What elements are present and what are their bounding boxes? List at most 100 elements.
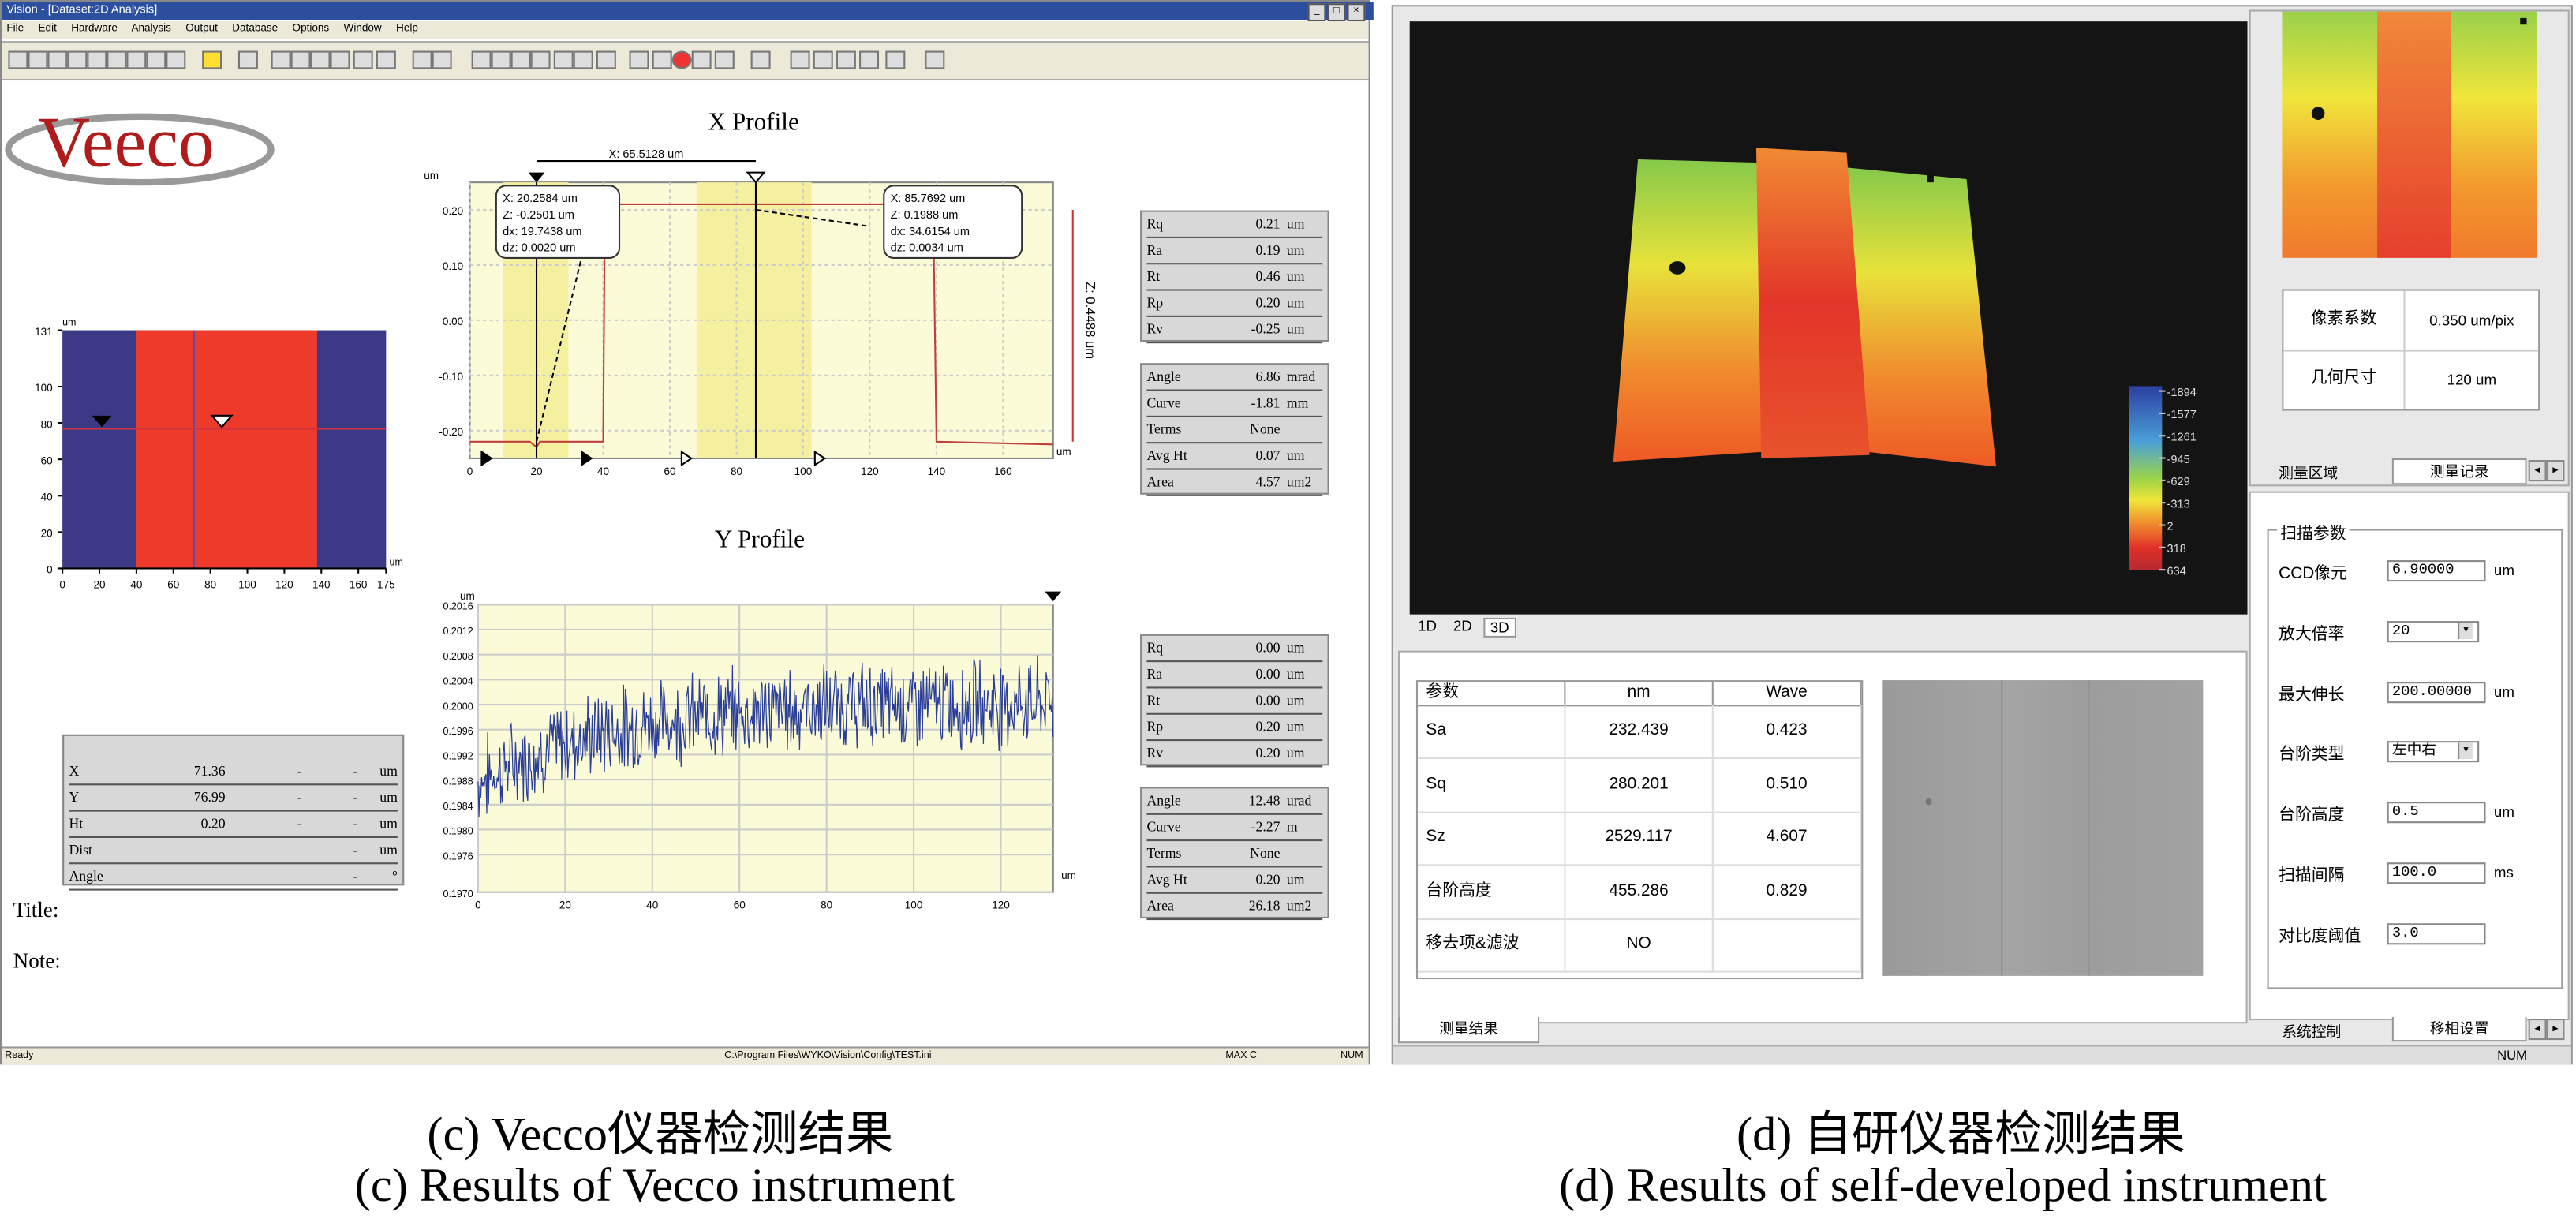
x-tick-label: 100 xyxy=(905,899,923,911)
toolbar-button-icon[interactable] xyxy=(750,50,771,69)
toolbar-button-icon[interactable] xyxy=(146,50,166,69)
menu-analysis[interactable]: Analysis xyxy=(131,23,170,35)
y-profile-marker[interactable] xyxy=(1045,591,1062,602)
menu-database[interactable]: Database xyxy=(232,23,278,35)
toolbar-button-icon[interactable] xyxy=(691,50,712,69)
toolbar-button-icon[interactable] xyxy=(47,50,68,69)
toolbar-button-icon[interactable] xyxy=(376,50,396,69)
toolbar-button-icon[interactable] xyxy=(629,50,649,69)
results-cell: 4.607 xyxy=(1714,811,1862,865)
toolbar-button-icon[interactable] xyxy=(237,50,258,69)
toolbar-button-icon[interactable] xyxy=(353,50,373,69)
minimize-button[interactable]: _ xyxy=(1307,3,1326,22)
toolbar-button-icon[interactable] xyxy=(530,50,551,69)
scan-param-input[interactable]: 3.0 xyxy=(2387,922,2486,944)
menu-file[interactable]: File xyxy=(6,23,24,35)
cursor-table-cell: Dist xyxy=(69,841,92,858)
cursor-table-row: Ht 0.20 - - um xyxy=(69,812,398,838)
toolbar-button-icon[interactable] xyxy=(310,50,331,69)
cursor-table-cell: - xyxy=(297,788,302,806)
menu-help[interactable]: Help xyxy=(396,23,418,35)
toolbar-button-icon[interactable] xyxy=(885,50,906,69)
cursor-table-cell: um xyxy=(379,762,398,780)
menu-output[interactable]: Output xyxy=(185,23,218,35)
stat-value: 0.20 xyxy=(1255,870,1281,888)
toolbar-button-icon[interactable] xyxy=(271,50,291,69)
cursor-marker-1[interactable] xyxy=(528,172,545,183)
toolbar-button-icon[interactable] xyxy=(491,50,511,69)
scan-param-input[interactable]: 200.00000 xyxy=(2387,681,2486,703)
menu-hardware[interactable]: Hardware xyxy=(71,23,118,35)
toolbar-button-icon[interactable] xyxy=(813,50,833,69)
toolbar-button-icon[interactable] xyxy=(510,50,531,69)
x-tick-label: 160 xyxy=(994,466,1012,477)
cursor-marker-2[interactable] xyxy=(746,171,766,184)
scan-param-input[interactable]: 6.90000 xyxy=(2387,560,2486,582)
scan-param-input[interactable]: 0.5 xyxy=(2387,802,2486,824)
top-panel-tabs: 测量区域 测量记录 ◂ ▸ xyxy=(2249,458,2567,485)
toolbar-button-icon[interactable] xyxy=(596,50,616,69)
toolbar-button-icon[interactable] xyxy=(8,50,28,69)
3d-defect-mark xyxy=(1669,261,1686,275)
toolbar-button-icon[interactable] xyxy=(166,50,186,69)
scan-param-input[interactable]: 100.0 xyxy=(2387,862,2486,884)
toolbar-button-icon[interactable] xyxy=(28,50,48,69)
toolbar-button-icon[interactable] xyxy=(107,50,127,69)
toolbar-button-icon[interactable] xyxy=(471,50,492,69)
tab-scroll-left[interactable]: ◂ xyxy=(2528,460,2547,482)
toolbar-button-icon[interactable] xyxy=(330,50,350,69)
toolbar-button-icon[interactable] xyxy=(714,50,735,69)
menu-edit[interactable]: Edit xyxy=(39,23,57,35)
tab-scroll-right[interactable]: ▸ xyxy=(2546,460,2565,482)
map-y-tick: 40 xyxy=(41,492,53,503)
menu-window[interactable]: Window xyxy=(344,23,382,35)
toolbar-button-icon[interactable] xyxy=(671,50,692,69)
cursor-table-cell: 71.36 xyxy=(193,762,226,780)
results-tab[interactable]: 测量结果 xyxy=(1398,1016,1540,1044)
tab-system-control[interactable]: 系统控制 xyxy=(2282,1020,2341,1041)
toolbar-button-icon[interactable] xyxy=(202,50,222,69)
window-controls: _ □ × xyxy=(1307,3,1366,22)
tab-measure-area[interactable]: 测量区域 xyxy=(2279,462,2338,483)
chevron-down-icon[interactable]: ▾ xyxy=(2458,622,2473,639)
cursor-table-cell: um xyxy=(379,841,398,858)
toolbar-button-icon[interactable] xyxy=(87,50,107,69)
toolbar-button-icon[interactable] xyxy=(432,50,452,69)
stat-row: Rv -0.25 um xyxy=(1146,317,1323,344)
cursor-table-cell: - xyxy=(353,788,358,806)
toolbar-button-icon[interactable] xyxy=(573,50,593,69)
toolbar-button-icon[interactable] xyxy=(652,50,672,69)
toolbar-button-icon[interactable] xyxy=(836,50,856,69)
toolbar-button-icon[interactable] xyxy=(859,50,880,69)
toolbar-button-icon[interactable] xyxy=(553,50,574,69)
toolbar-button-icon[interactable] xyxy=(790,50,810,69)
toolbar-button-icon[interactable] xyxy=(925,50,945,69)
tab-scroll-left-2[interactable]: ◂ xyxy=(2528,1019,2547,1041)
stat-unit xyxy=(1281,841,1323,866)
stat-unit xyxy=(1281,417,1323,442)
tab-1d[interactable]: 1D xyxy=(1413,618,1441,638)
tab-measure-record[interactable]: 测量记录 xyxy=(2391,458,2527,485)
bottom-panel-tabs: 系统控制 移相设置 ◂ ▸ xyxy=(2249,1016,2567,1042)
stat-row: Avg Ht 0.20 um xyxy=(1146,867,1323,894)
toolbar-button-icon[interactable] xyxy=(412,50,432,69)
chevron-down-icon[interactable]: ▾ xyxy=(2458,743,2473,760)
tab-2d[interactable]: 2D xyxy=(1449,618,1477,638)
dx-marker-label: X: 65.5128 um xyxy=(609,148,684,161)
stat-label: Rt xyxy=(1146,267,1161,285)
close-button[interactable]: × xyxy=(1347,3,1366,22)
toolbar-button-icon[interactable] xyxy=(126,50,147,69)
results-header-row: 参数 nm Wave xyxy=(1418,682,1862,707)
results-cell: 0.423 xyxy=(1714,705,1862,757)
maximize-button[interactable]: □ xyxy=(1327,3,1346,22)
tab-scroll-right-2[interactable]: ▸ xyxy=(2546,1019,2565,1041)
toolbar-button-icon[interactable] xyxy=(67,50,88,69)
toolbar-button-icon[interactable] xyxy=(290,50,311,69)
tab-3d[interactable]: 3D xyxy=(1483,617,1516,638)
scan-param-label: 台阶高度 xyxy=(2279,806,2345,825)
stat-row: Avg Ht 0.07 um xyxy=(1146,443,1323,470)
colorbar-label: -945 xyxy=(2167,454,2190,466)
menu-options[interactable]: Options xyxy=(293,23,330,35)
tab-phase-shift[interactable]: 移相设置 xyxy=(2391,1016,2527,1042)
scan-param-value: 6.90000 xyxy=(2391,562,2454,578)
